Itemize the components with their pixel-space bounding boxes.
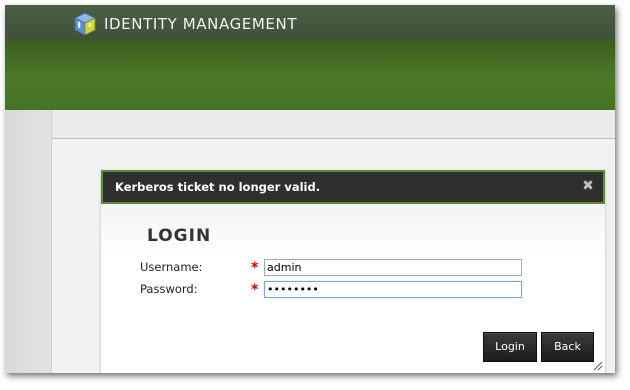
- login-button[interactable]: Login: [483, 332, 537, 362]
- dialog-titlebar: Kerberos ticket no longer valid. ✖: [101, 170, 605, 204]
- password-label: Password:: [140, 282, 198, 296]
- password-input[interactable]: [264, 281, 522, 298]
- close-icon[interactable]: ✖: [581, 179, 595, 193]
- login-heading: LOGIN: [147, 226, 212, 246]
- resize-grip-icon[interactable]: [593, 361, 603, 371]
- app-window: IDENTITY MANAGEMENT Kerberos ticket no l…: [5, 5, 615, 373]
- login-dialog: Kerberos ticket no longer valid. ✖ LOGIN…: [101, 170, 605, 373]
- navigation-bar: [52, 110, 615, 139]
- sidebar: [5, 110, 52, 373]
- app-title: IDENTITY MANAGEMENT: [104, 15, 298, 33]
- username-label: Username:: [140, 260, 203, 274]
- ipa-cube-logo-icon: [74, 12, 96, 36]
- dialog-title: Kerberos ticket no longer valid.: [115, 180, 321, 194]
- password-required-marker: *: [251, 282, 259, 298]
- username-required-marker: *: [251, 260, 259, 276]
- username-input[interactable]: [264, 259, 522, 276]
- back-button[interactable]: Back: [541, 332, 594, 362]
- app-header: IDENTITY MANAGEMENT: [5, 5, 615, 40]
- header-banner: [5, 40, 615, 110]
